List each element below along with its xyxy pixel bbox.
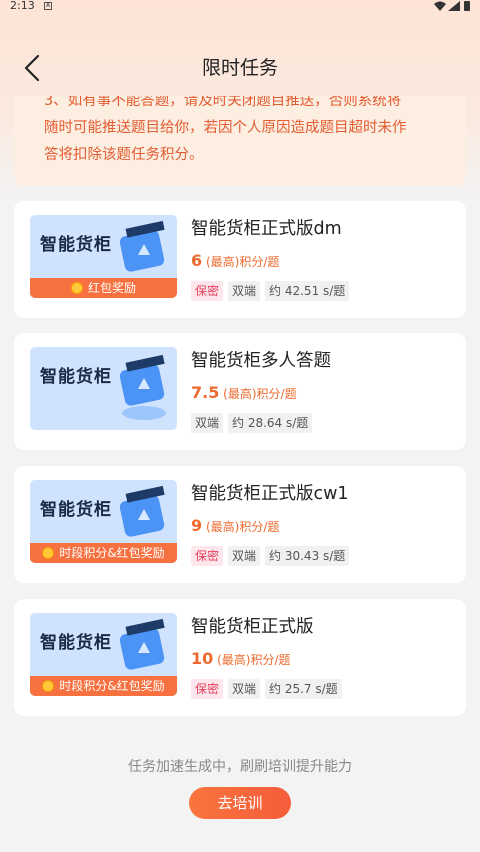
task-thumbnail: 智能货柜 时段积分&红包奖励 bbox=[30, 480, 177, 563]
secret-tag: 保密 bbox=[191, 546, 224, 566]
task-tags: 双端 约 28.64 s/题 bbox=[191, 413, 313, 433]
task-card[interactable]: 智能货柜 时段积分&红包奖励 智能货柜正式版 10 (最高)积分/题 保密 双端… bbox=[14, 599, 466, 716]
navbar: 限时任务 bbox=[0, 40, 480, 96]
reward-banner: 时段积分&红包奖励 bbox=[30, 543, 177, 563]
notification-icon: A bbox=[44, 2, 52, 10]
task-thumbnail: 智能货柜 bbox=[30, 347, 177, 430]
task-tags: 保密 双端 约 25.7 s/题 bbox=[191, 679, 342, 699]
footer-message: 任务加速生成中，刷刷培训提升能力 bbox=[128, 759, 352, 775]
points-value: 7.5 bbox=[191, 383, 220, 402]
secret-tag: 保密 bbox=[191, 679, 224, 699]
task-name: 智能货柜多人答题 bbox=[191, 351, 331, 371]
duration-tag: 约 42.51 s/题 bbox=[265, 281, 350, 301]
thumbnail-title: 智能货柜 bbox=[40, 500, 112, 520]
duration-tag: 约 30.43 s/题 bbox=[265, 546, 350, 566]
task-points: 6 (最高)积分/题 bbox=[191, 251, 279, 270]
secret-tag: 保密 bbox=[191, 281, 224, 301]
battery-icon bbox=[464, 1, 470, 11]
status-time: 2:13 bbox=[10, 0, 35, 12]
points-value: 10 bbox=[191, 649, 214, 668]
notice-line: 答将扣除该题任务积分。 bbox=[44, 147, 204, 163]
task-card[interactable]: 智能货柜 红包奖励 智能货柜正式版dm 6 (最高)积分/题 保密 双端 约 4… bbox=[14, 201, 466, 318]
points-suffix: (最高)积分/题 bbox=[217, 653, 291, 667]
platform-tag: 双端 bbox=[228, 281, 261, 301]
notice-panel: 3、如有事不能答题，请及时关闭题目推送，否则系统将 随时可能推送题目给你，若因个… bbox=[14, 96, 466, 186]
reward-label: 时段积分&红包奖励 bbox=[59, 679, 165, 693]
clapperboard-icon bbox=[119, 220, 165, 272]
notice-text: 3、如有事不能答题，请及时关闭题目推送，否则系统将 随时可能推送题目给你，若因个… bbox=[44, 96, 444, 169]
task-tags: 保密 双端 约 42.51 s/题 bbox=[191, 281, 350, 301]
points-suffix: (最高)积分/题 bbox=[205, 520, 280, 534]
points-suffix: (最高)积分/题 bbox=[205, 255, 280, 269]
task-tags: 保密 双端 约 30.43 s/题 bbox=[191, 546, 350, 566]
points-value: 9 bbox=[191, 516, 203, 535]
thumbnail-title: 智能货柜 bbox=[40, 633, 112, 653]
back-button[interactable] bbox=[14, 50, 50, 86]
reward-banner: 时段积分&红包奖励 bbox=[30, 676, 177, 696]
task-card[interactable]: 智能货柜 时段积分&红包奖励 智能货柜正式版cw1 9 (最高)积分/题 保密 … bbox=[14, 466, 466, 583]
platform-tag: 双端 bbox=[191, 413, 224, 433]
reward-banner: 红包奖励 bbox=[30, 278, 177, 298]
reward-label: 时段积分&红包奖励 bbox=[59, 546, 165, 560]
duration-tag: 约 28.64 s/题 bbox=[228, 413, 313, 433]
task-points: 7.5 (最高)积分/题 bbox=[191, 383, 297, 402]
task-points: 9 (最高)积分/题 bbox=[191, 516, 279, 535]
go-training-button[interactable]: 去培训 bbox=[189, 787, 291, 819]
platform-tag: 双端 bbox=[228, 546, 261, 566]
task-thumbnail: 智能货柜 时段积分&红包奖励 bbox=[30, 613, 177, 696]
task-name: 智能货柜正式版 bbox=[191, 617, 314, 637]
signal-icon bbox=[448, 1, 460, 11]
coin-icon bbox=[42, 547, 55, 559]
wifi-icon bbox=[434, 1, 446, 11]
task-name: 智能货柜正式版dm bbox=[191, 219, 342, 239]
coin-icon bbox=[70, 282, 83, 294]
points-value: 6 bbox=[191, 251, 203, 270]
task-name: 智能货柜正式版cw1 bbox=[191, 484, 349, 504]
reward-label: 红包奖励 bbox=[87, 281, 136, 295]
points-suffix: (最高)积分/题 bbox=[223, 387, 297, 401]
task-card[interactable]: 智能货柜 智能货柜多人答题 7.5 (最高)积分/题 双端 约 28.64 s/… bbox=[14, 333, 466, 450]
thumbnail-title: 智能货柜 bbox=[40, 235, 112, 255]
clapperboard-icon bbox=[119, 618, 165, 670]
status-bar: 2:13 A bbox=[0, 0, 480, 12]
clapperboard-icon bbox=[119, 485, 165, 537]
duration-tag: 约 25.7 s/题 bbox=[265, 679, 342, 699]
thumbnail-title: 智能货柜 bbox=[40, 367, 112, 387]
coin-icon bbox=[42, 680, 55, 692]
page-title: 限时任务 bbox=[201, 57, 278, 79]
notice-line: 3、如有事不能答题，请及时关闭题目推送，否则系统将 bbox=[44, 96, 402, 109]
clapperboard-icon bbox=[119, 354, 166, 420]
task-thumbnail: 智能货柜 红包奖励 bbox=[30, 215, 177, 298]
platform-tag: 双端 bbox=[228, 679, 261, 699]
task-points: 10 (最高)积分/题 bbox=[191, 649, 291, 668]
notice-line: 随时可能推送题目给你，若因个人原因造成题目超时未作 bbox=[44, 120, 407, 136]
chevron-left-icon bbox=[24, 54, 40, 82]
